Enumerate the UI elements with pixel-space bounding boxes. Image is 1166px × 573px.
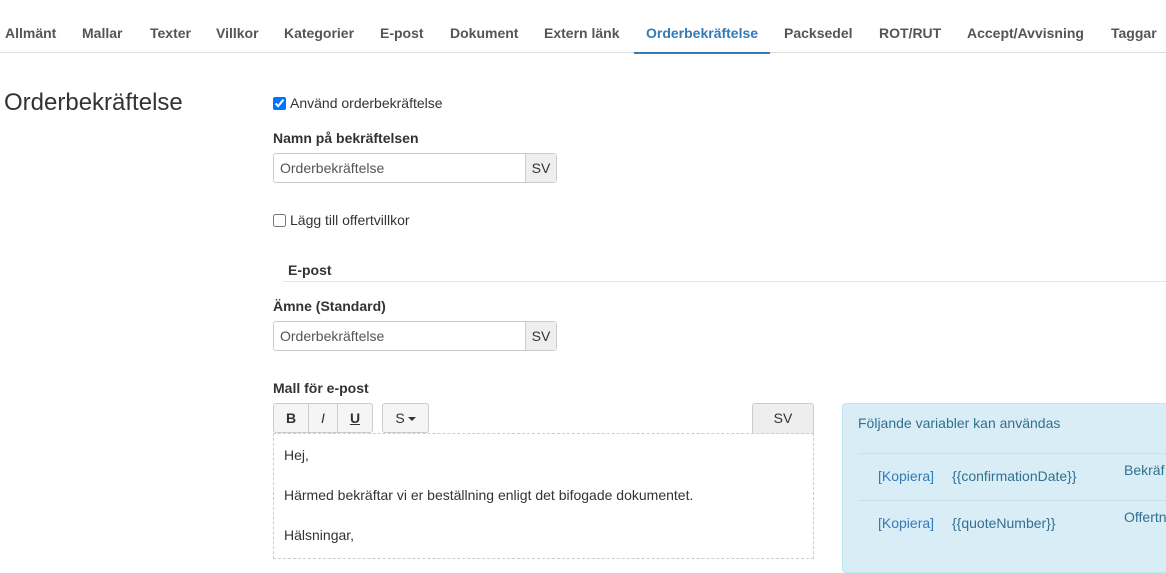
subject-group: SV: [273, 321, 557, 351]
tab-label: Taggar: [1111, 25, 1157, 41]
template-label: Mall för e-post: [273, 380, 369, 396]
tab-bar: Allmänt Mallar Texter Villkor Kategorier…: [0, 0, 1166, 54]
italic-button[interactable]: I: [308, 403, 338, 433]
confirmation-name-input[interactable]: [274, 154, 525, 182]
add-terms-checkbox-row[interactable]: Lägg till offertvillkor: [273, 210, 410, 230]
use-confirmation-checkbox-row[interactable]: Använd orderbekräftelse: [273, 93, 443, 113]
tab-rot-rut[interactable]: ROT/RUT: [866, 0, 955, 52]
font-size-label: S: [395, 410, 405, 426]
tab-label: Dokument: [450, 25, 519, 41]
tab-label: Villkor: [216, 25, 259, 41]
tab-villkor[interactable]: Villkor: [203, 0, 272, 52]
email-section-header: E-post: [283, 262, 1166, 282]
subject-label: Ämne (Standard): [273, 298, 386, 314]
tab-label: Allmänt: [5, 25, 57, 41]
tab-taggar[interactable]: Taggar: [1098, 0, 1166, 52]
variables-panel: Följande variabler kan användas [Kopiera…: [842, 403, 1166, 573]
tab-label: ROT/RUT: [879, 25, 942, 41]
email-template-editor[interactable]: Hej, Härmed bekräftar vi er beställning …: [273, 433, 814, 559]
tab-epost[interactable]: E-post: [368, 0, 438, 52]
subject-input[interactable]: [274, 322, 525, 350]
tab-orderbekraftelse[interactable]: Orderbekräftelse: [634, 0, 770, 54]
tab-label: E-post: [380, 25, 424, 41]
editor-line: Hälsningar,: [284, 527, 355, 543]
variable-name: {{quoteNumber}}: [952, 515, 1056, 531]
copy-variable-link[interactable]: [Kopiera]: [878, 468, 934, 484]
variable-name: {{confirmationDate}}: [952, 468, 1077, 484]
confirmation-name-lang: SV: [525, 154, 556, 182]
tab-packsedel[interactable]: Packsedel: [770, 0, 866, 52]
editor-line: Härmed bekräftar vi er beställning enlig…: [284, 487, 694, 503]
confirmation-name-label: Namn på bekräftelsen: [273, 130, 419, 146]
editor-line: Hej,: [284, 447, 309, 463]
tab-texter[interactable]: Texter: [137, 0, 203, 52]
page-title: Orderbekräftelse: [4, 89, 183, 116]
copy-variable-link[interactable]: [Kopiera]: [878, 515, 934, 531]
template-lang-button[interactable]: SV: [752, 403, 814, 434]
use-confirmation-checkbox[interactable]: [273, 97, 286, 110]
confirmation-name-group: SV: [273, 153, 557, 183]
bold-button[interactable]: B: [273, 403, 309, 433]
add-terms-checkbox[interactable]: [273, 214, 286, 227]
tab-label: Packsedel: [784, 25, 853, 41]
tab-label: Texter: [150, 25, 191, 41]
underline-button[interactable]: U: [337, 403, 373, 433]
font-size-dropdown[interactable]: S: [382, 403, 429, 433]
tab-dokument[interactable]: Dokument: [438, 0, 532, 52]
tab-kategorier[interactable]: Kategorier: [272, 0, 368, 52]
tab-label: Accept/Avvisning: [967, 25, 1084, 41]
tab-extern-lank[interactable]: Extern länk: [532, 0, 634, 52]
tab-mallar[interactable]: Mallar: [70, 0, 137, 52]
variable-description: Bekräf: [1124, 462, 1165, 478]
tab-accept-avvisning[interactable]: Accept/Avvisning: [955, 0, 1098, 52]
caret-down-icon: [407, 417, 416, 421]
tab-label: Mallar: [82, 25, 123, 41]
tab-allmant[interactable]: Allmänt: [0, 0, 70, 52]
variable-row: [Kopiera] {{confirmationDate}} Bekräf: [858, 453, 1166, 500]
variables-panel-title: Följande variabler kan användas: [858, 415, 1061, 431]
add-terms-label: Lägg till offertvillkor: [290, 212, 410, 228]
tab-label: Extern länk: [544, 25, 620, 41]
variable-row: [Kopiera] {{quoteNumber}} Offertn: [858, 500, 1166, 547]
subject-lang: SV: [525, 322, 556, 350]
tab-label: Orderbekräftelse: [646, 25, 759, 41]
email-section-title: E-post: [288, 262, 332, 278]
tab-label: Kategorier: [284, 25, 355, 41]
variable-description: Offertn: [1124, 509, 1166, 525]
use-confirmation-label: Använd orderbekräftelse: [290, 95, 443, 111]
